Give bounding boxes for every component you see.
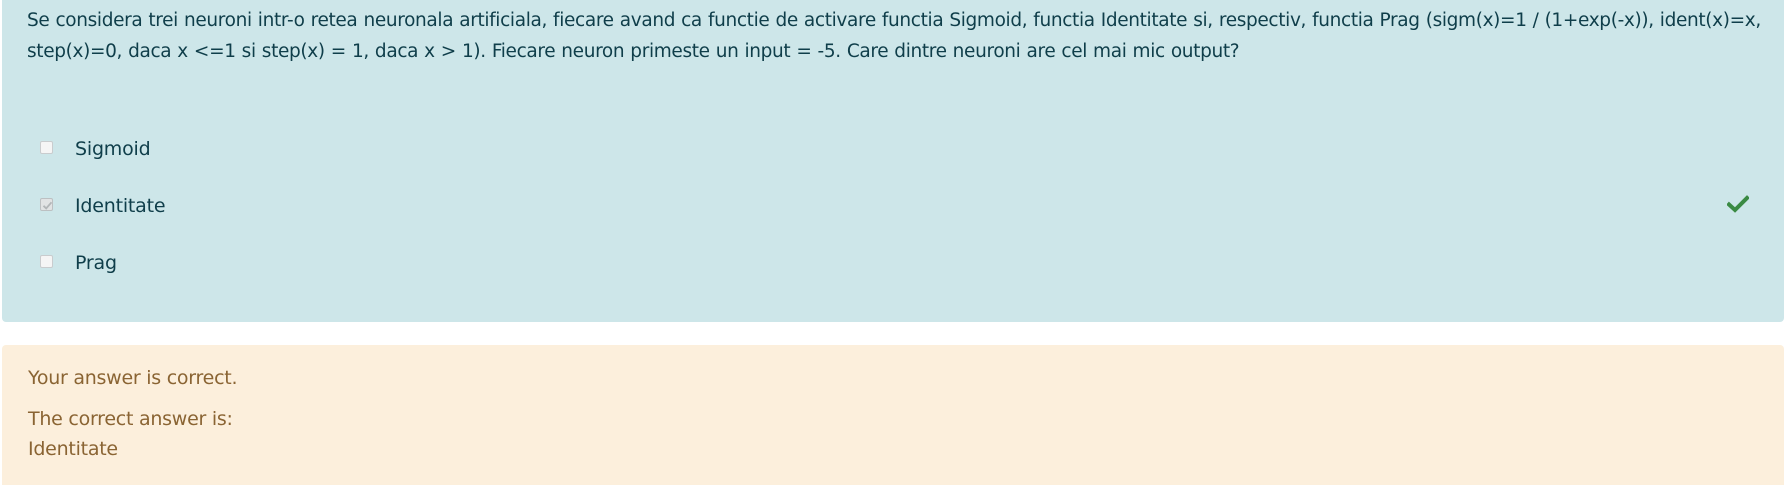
question-text: Se considera trei neuroni intr-o retea n… [27, 10, 1761, 62]
answer-option-prag[interactable]: Prag [40, 250, 1740, 276]
feedback-result: Your answer is correct. [28, 367, 238, 389]
answer-option-identitate[interactable]: Identitate [40, 193, 1740, 219]
feedback-panel: Your answer is correct. The correct answ… [2, 345, 1784, 485]
answer-option-sigmoid[interactable]: Sigmoid [40, 136, 1740, 162]
check-icon [1727, 195, 1749, 213]
answer-label: Identitate [75, 195, 166, 217]
question-panel: Se considera trei neuroni intr-o retea n… [2, 0, 1784, 322]
answer-checkbox[interactable] [40, 141, 53, 154]
correct-answer-intro: The correct answer is: [28, 408, 233, 430]
answer-label: Sigmoid [75, 138, 151, 160]
answer-checkbox[interactable] [40, 255, 53, 268]
answer-label: Prag [75, 252, 117, 274]
correct-answer-value: Identitate [28, 438, 118, 460]
answer-checkbox-checked[interactable] [40, 198, 53, 211]
checkbox-check-icon [42, 201, 53, 210]
